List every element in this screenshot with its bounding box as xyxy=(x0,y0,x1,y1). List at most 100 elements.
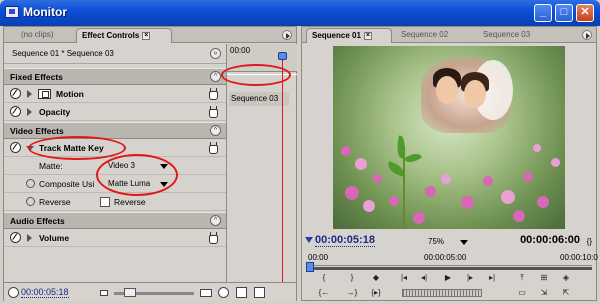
step-forward-icon[interactable]: |▸ xyxy=(464,273,476,284)
twisty-icon[interactable] xyxy=(26,146,34,151)
close-tab-icon[interactable]: × xyxy=(363,31,372,40)
set-marker-icon[interactable]: ◆ xyxy=(370,273,382,284)
twisty-icon[interactable] xyxy=(27,90,32,98)
export-icon[interactable] xyxy=(254,287,265,298)
go-to-out-icon[interactable]: ▸| xyxy=(486,273,498,284)
collapse-icon[interactable]: ^ xyxy=(210,125,221,136)
step-back-icon[interactable]: ◂| xyxy=(418,273,430,284)
panel-menu-arrow-icon[interactable] xyxy=(282,30,292,40)
transport-controls: { } ◆ |◂ ◂| ▶ |▸ ▸| ⤒ ⊞ ◈ {← →} {▸} ▭ ⇲ … xyxy=(306,273,592,301)
play-icon[interactable]: ▶ xyxy=(442,273,454,284)
tab-sequence-01[interactable]: Sequence 01 × xyxy=(306,28,392,43)
program-viewer[interactable] xyxy=(333,46,565,229)
flower xyxy=(373,174,382,183)
zoom-in-icon[interactable] xyxy=(200,289,212,297)
composite-dropdown[interactable]: Matte Luma xyxy=(104,178,172,191)
chevron-down-icon xyxy=(460,240,468,245)
set-in-icon[interactable]: { xyxy=(318,273,330,284)
flower xyxy=(523,172,533,182)
fx-toggle-icon[interactable] xyxy=(10,88,21,99)
maximize-button[interactable]: □ xyxy=(555,4,573,22)
monitor-playhead-handle[interactable] xyxy=(306,262,314,272)
timeline-clip[interactable]: Sequence 03 xyxy=(229,92,289,106)
close-button[interactable]: ✕ xyxy=(576,4,594,22)
go-to-in-icon[interactable]: |◂ xyxy=(398,273,410,284)
right-tab-row: Sequence 01 × Sequence 02 Sequence 03 xyxy=(302,27,596,43)
overlay-icon[interactable]: ⇱ xyxy=(560,288,572,299)
groom-face xyxy=(436,76,458,104)
play-in-to-out-icon[interactable]: {▸} xyxy=(370,288,382,299)
play-audio-icon[interactable] xyxy=(218,287,229,298)
collapse-icon[interactable]: ^ xyxy=(210,71,221,82)
collapse-icon[interactable]: ^ xyxy=(210,215,221,226)
reverse-checkbox[interactable] xyxy=(100,197,110,207)
effect-controls-panel: (no clips) Effect Controls × Sequence 01 … xyxy=(3,26,297,301)
fx-toggle-icon[interactable] xyxy=(10,142,21,153)
output-icon[interactable]: ◈ xyxy=(560,273,572,284)
ruler-label: 00:00:05:00 xyxy=(424,253,467,262)
ruler-label: 00:00:10:0 xyxy=(560,253,598,262)
zoom-out-icon[interactable] xyxy=(100,290,108,296)
section-label: Audio Effects xyxy=(10,216,65,226)
left-timecode[interactable]: 00:00:05:18 xyxy=(21,287,69,298)
jog-shuttle[interactable] xyxy=(402,289,482,297)
effect-timeline[interactable]: 00:00 Sequence 03 xyxy=(226,44,297,282)
hand-tool-icon[interactable] xyxy=(207,106,218,118)
divider xyxy=(227,74,297,75)
go-to-prev-marker-icon[interactable]: {← xyxy=(318,288,330,299)
twisty-icon[interactable] xyxy=(27,108,32,116)
current-timecode[interactable]: 00:00:05:18 xyxy=(315,234,375,247)
fx-toggle-icon[interactable] xyxy=(10,232,21,243)
effect-row-track-matte-key[interactable]: Track Matte Key xyxy=(4,139,226,157)
hand-tool-icon[interactable] xyxy=(207,88,218,100)
monitor-app-icon xyxy=(5,6,19,18)
insert-icon[interactable]: ⇲ xyxy=(538,288,550,299)
left-bottom-bar: 00:00:05:18 xyxy=(4,282,296,301)
tab-sequence-02[interactable]: Sequence 02 xyxy=(396,28,460,43)
show-hide-timeline-icon[interactable]: » xyxy=(210,48,221,59)
hand-tool-icon[interactable] xyxy=(207,142,218,154)
left-tab-row: (no clips) Effect Controls × xyxy=(4,27,296,43)
effect-row-volume[interactable]: Volume xyxy=(4,229,226,247)
zoom-value: 75% xyxy=(428,237,445,246)
fx-toggle-icon[interactable] xyxy=(10,106,21,117)
work-area-bar[interactable] xyxy=(306,267,592,270)
effect-name: Track Matte Key xyxy=(39,143,104,153)
effect-name: Motion xyxy=(56,89,84,99)
playhead-line xyxy=(282,56,283,282)
matte-dropdown[interactable]: Video 3 xyxy=(104,160,172,173)
hand-tool-icon[interactable] xyxy=(207,232,218,244)
loop-icon[interactable] xyxy=(236,287,247,298)
flower xyxy=(363,200,375,212)
trim-icon[interactable]: ▭ xyxy=(516,288,528,299)
flower xyxy=(389,196,399,206)
program-monitor-panel: Sequence 01 × Sequence 02 Sequence 03 00… xyxy=(301,26,598,301)
chevron-down-icon xyxy=(160,164,168,169)
set-out-icon[interactable]: } xyxy=(346,273,358,284)
panel-menu-arrow-icon[interactable] xyxy=(582,30,592,40)
zoom-slider-thumb[interactable] xyxy=(124,288,136,297)
tab-label: Effect Controls xyxy=(82,31,140,40)
effect-row-motion[interactable]: Motion xyxy=(4,85,226,103)
keyframe-cycle-icon[interactable] xyxy=(26,179,35,188)
playhead-position-icon xyxy=(8,287,19,298)
twisty-icon[interactable] xyxy=(27,234,32,242)
go-to-next-marker-icon[interactable]: →} xyxy=(346,288,358,299)
monitor-time-ruler[interactable]: 00:00 00:00:05:00 00:00:10:0 xyxy=(306,253,598,267)
lift-icon[interactable]: ⤒ xyxy=(516,273,528,284)
tab-effect-controls[interactable]: Effect Controls × xyxy=(76,28,172,43)
close-tab-icon[interactable]: × xyxy=(142,31,151,40)
effect-row-opacity[interactable]: Opacity xyxy=(4,103,226,121)
extract-icon[interactable]: ⊞ xyxy=(538,273,550,284)
duration-timecode: 00:00:06:00 xyxy=(520,234,580,246)
tab-no-clips[interactable]: (no clips) xyxy=(16,28,72,43)
tab-sequence-03[interactable]: Sequence 03 xyxy=(478,28,542,43)
reverse-checkbox-label: Reverse xyxy=(114,197,146,207)
minimize-button[interactable]: _ xyxy=(534,4,552,22)
flower xyxy=(425,186,436,197)
flower xyxy=(513,210,525,222)
zoom-select[interactable]: 75% xyxy=(428,237,468,246)
playhead-handle[interactable] xyxy=(278,52,287,60)
keyframe-cycle-icon[interactable] xyxy=(26,197,35,206)
property-row-composite: Composite Usi Matte Luma xyxy=(4,175,226,193)
